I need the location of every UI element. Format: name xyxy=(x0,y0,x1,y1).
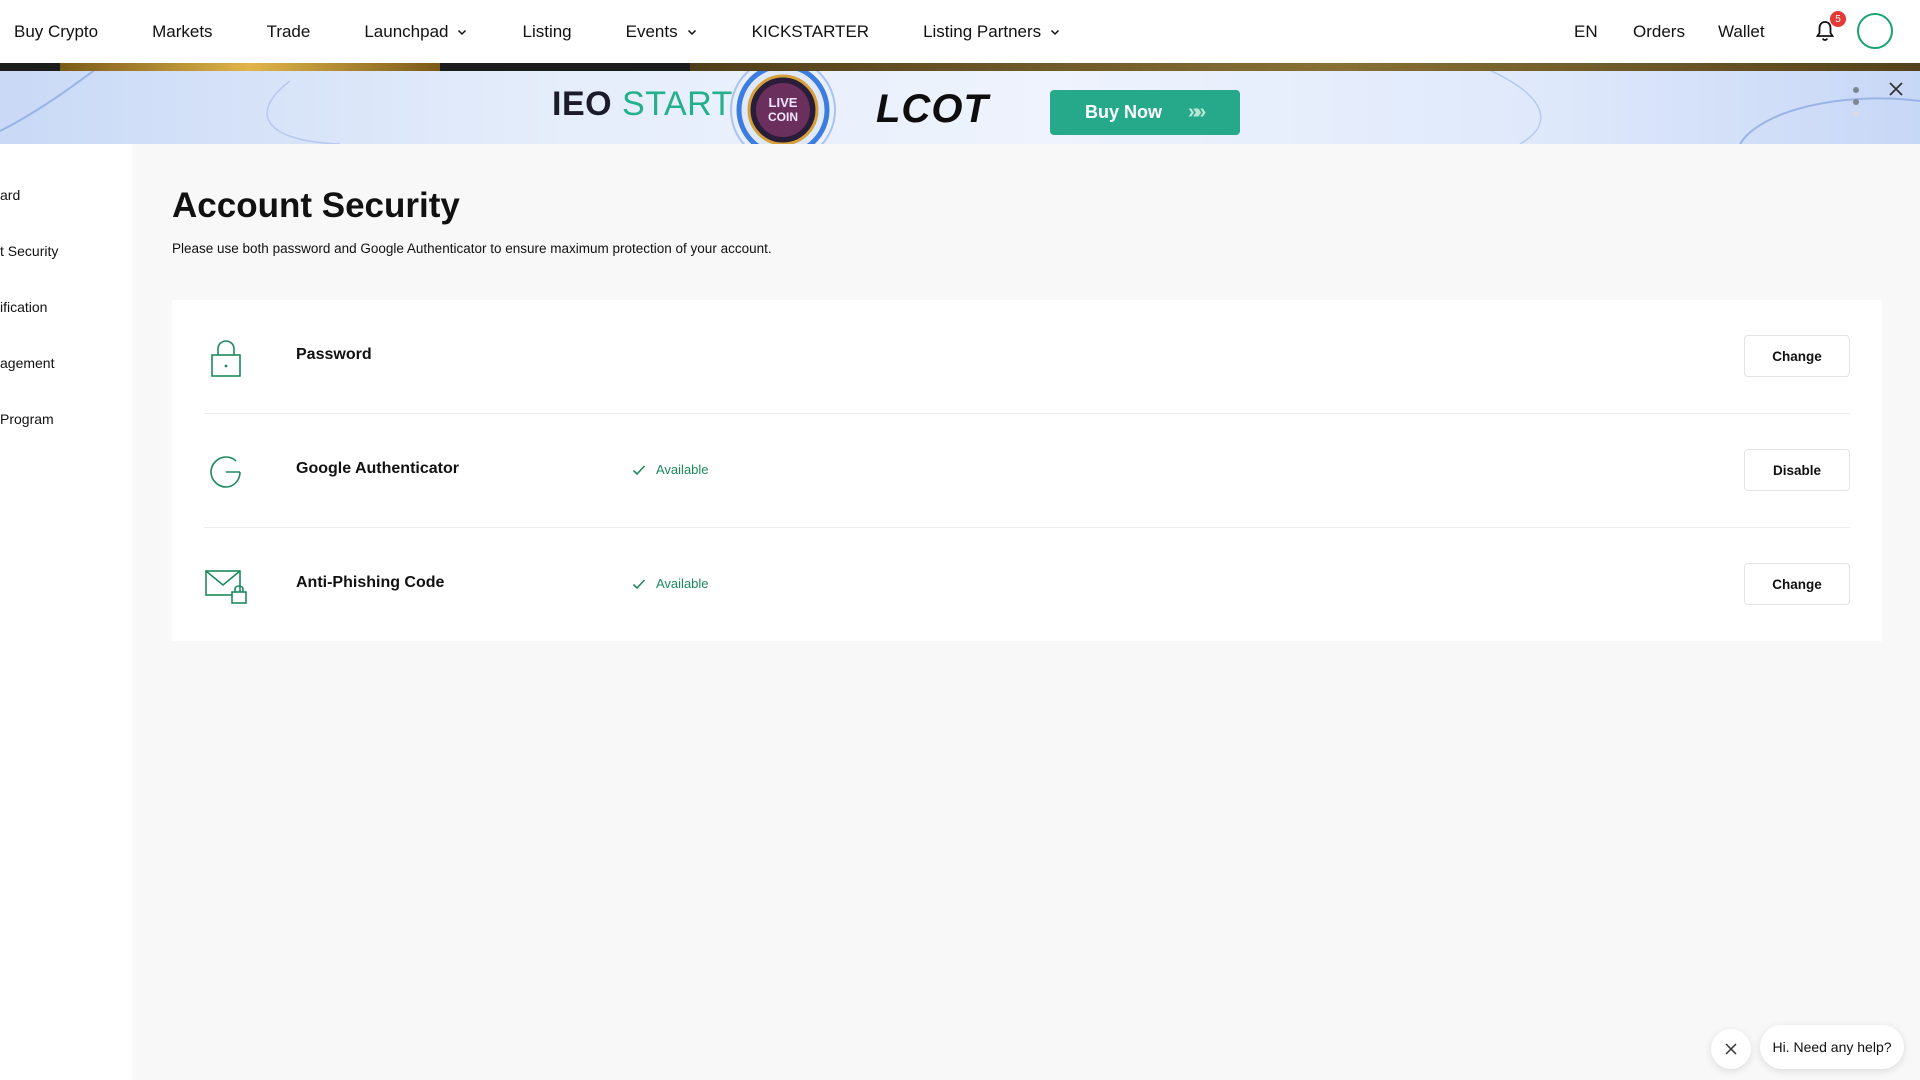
coin-name: LCOT xyxy=(876,87,989,131)
nav-label: Trade xyxy=(266,21,311,41)
nav-label: KICKSTARTER xyxy=(751,21,870,41)
mail-lock-icon xyxy=(205,570,247,604)
nav-label: Buy Crypto xyxy=(14,21,99,41)
sidebar: ard t Security ification agement Program xyxy=(0,144,132,1080)
nav-label: Launchpad xyxy=(364,21,449,41)
status-text: Available xyxy=(656,462,709,477)
top-navigation: Buy Crypto Markets Trade Launchpad Listi… xyxy=(0,0,1920,63)
nav-kickstarter[interactable]: KICKSTARTER xyxy=(752,22,869,42)
sidebar-item-account-security[interactable]: t Security xyxy=(0,243,58,259)
sidebar-item-management[interactable]: agement xyxy=(0,355,54,371)
notification-bell-icon[interactable]: 5 xyxy=(1813,11,1846,43)
close-icon[interactable] xyxy=(1886,79,1906,99)
promo-strip xyxy=(0,63,1920,71)
gold-accent xyxy=(60,63,440,71)
wallet-label: Wallet xyxy=(1718,21,1765,41)
nav-launchpad[interactable]: Launchpad xyxy=(364,22,468,42)
sidebar-item-dashboard[interactable]: ard xyxy=(0,187,20,203)
status-badge: Available xyxy=(632,576,709,591)
google-authenticator-icon xyxy=(210,456,241,488)
sidebar-item-label: Program xyxy=(0,411,54,427)
main-nav: Buy Crypto Markets Trade Launchpad Listi… xyxy=(0,0,1115,63)
more-dots-icon[interactable] xyxy=(1853,87,1861,123)
nav-trade[interactable]: Trade xyxy=(267,22,311,42)
language-label: EN xyxy=(1574,21,1598,41)
promo-banner[interactable]: IEO START LIVE COIN LCOT Buy Now »» xyxy=(0,71,1920,144)
nav-wallet[interactable]: Wallet xyxy=(1718,22,1765,42)
row-label: Google Authenticator xyxy=(296,460,459,477)
nav-label: Markets xyxy=(152,21,213,41)
nav-orders[interactable]: Orders xyxy=(1633,22,1685,42)
nav-buy-crypto[interactable]: Buy Crypto xyxy=(14,22,98,42)
row-label: Password xyxy=(296,346,372,363)
sidebar-item-label: agement xyxy=(0,355,55,371)
orders-label: Orders xyxy=(1633,21,1685,41)
lock-icon xyxy=(211,340,241,377)
close-icon xyxy=(1725,1043,1737,1055)
gold-accent xyxy=(690,63,1920,71)
security-row-google-authenticator: Google Authenticator Available Disable xyxy=(204,414,1850,528)
chevron-down-icon xyxy=(687,29,696,35)
nav-label: Listing Partners xyxy=(923,21,1042,41)
sidebar-item-program[interactable]: Program xyxy=(0,411,54,427)
ieo-label: IEO xyxy=(552,85,613,123)
security-row-password: Password Change xyxy=(204,300,1850,414)
start-label: START xyxy=(622,85,733,123)
nav-listing[interactable]: Listing xyxy=(522,22,571,42)
status-text: Available xyxy=(656,576,709,591)
security-settings-card: Password Change Google Authenticator Ava… xyxy=(172,300,1882,641)
nav-label: Listing xyxy=(522,21,572,41)
check-icon xyxy=(632,464,646,475)
check-icon xyxy=(632,578,646,589)
coin-logo-text: COIN xyxy=(768,110,798,124)
nav-listing-partners[interactable]: Listing Partners xyxy=(923,22,1061,42)
status-badge: Available xyxy=(632,462,709,477)
chat-prompt: Hi. Need any help? xyxy=(1772,1039,1892,1055)
page-title: Account Security xyxy=(172,186,460,225)
banner-headline: IEO START xyxy=(552,85,733,124)
security-row-anti-phishing: Anti-Phishing Code Available Change xyxy=(204,528,1850,642)
page-description: Please use both password and Google Auth… xyxy=(172,241,772,256)
notification-badge: 5 xyxy=(1830,11,1846,27)
nav-events[interactable]: Events xyxy=(626,22,698,42)
nav-markets[interactable]: Markets xyxy=(152,22,212,42)
coin-logo-text: LIVE xyxy=(769,95,798,110)
change-password-button[interactable]: Change xyxy=(1744,335,1850,377)
language-selector[interactable]: EN xyxy=(1574,22,1598,42)
chevron-down-icon xyxy=(1051,29,1060,35)
chevron-down-icon xyxy=(458,29,467,35)
sidebar-item-verification[interactable]: ification xyxy=(0,299,47,315)
buy-now-button[interactable]: Buy Now »» xyxy=(1050,90,1240,135)
buy-now-label: Buy Now xyxy=(1085,102,1163,122)
chat-help-bubble[interactable]: Hi. Need any help? xyxy=(1760,1025,1904,1069)
change-anti-phishing-button[interactable]: Change xyxy=(1744,563,1850,605)
nav-label: Events xyxy=(625,21,678,41)
sidebar-item-label: ard xyxy=(0,187,21,203)
double-chevron-icon: »» xyxy=(1188,101,1206,123)
chat-close-button[interactable] xyxy=(1711,1029,1751,1069)
avatar[interactable] xyxy=(1857,13,1893,49)
row-label: Anti-Phishing Code xyxy=(296,574,445,591)
disable-authenticator-button[interactable]: Disable xyxy=(1744,449,1850,491)
sidebar-item-label: t Security xyxy=(0,243,59,259)
coin-logo-icon: LIVE COIN xyxy=(730,71,836,144)
sidebar-item-label: ification xyxy=(0,299,48,315)
